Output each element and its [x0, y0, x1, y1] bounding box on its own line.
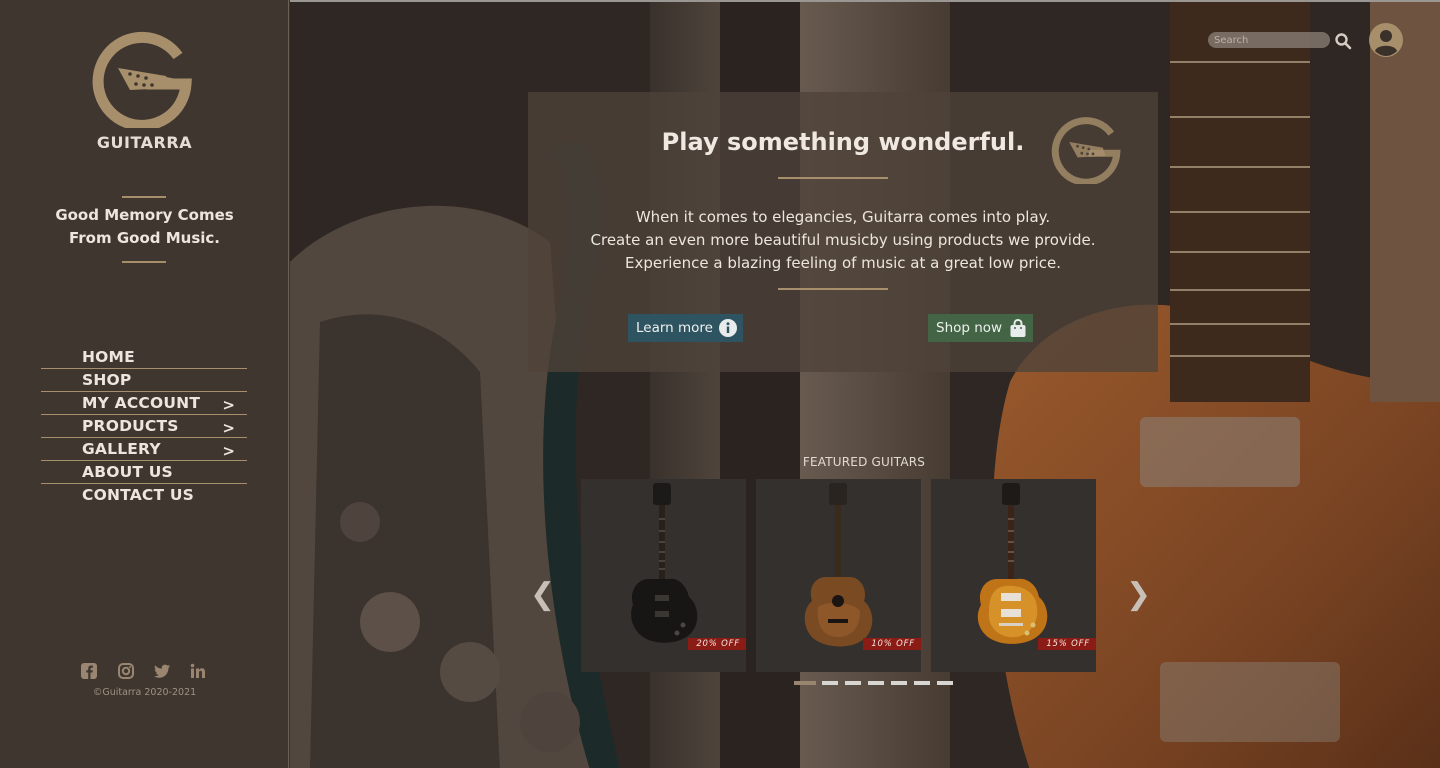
learn-more-button[interactable]: Learn more [628, 314, 743, 342]
carousel-dot[interactable] [868, 681, 884, 685]
discount-badge: 20% OFF [688, 638, 746, 650]
nav-item-home[interactable]: HOME [41, 346, 247, 369]
carousel-dot[interactable] [891, 681, 907, 685]
nav-label: CONTACT US [82, 486, 194, 504]
search-icon[interactable] [1334, 32, 1352, 50]
hero-description: When it comes to elegancies, Guitarra co… [528, 206, 1158, 275]
sidebar: GUITARRA Good Memory Comes From Good Mus… [0, 0, 289, 768]
hero-line: Create an even more beautiful musicby us… [590, 231, 1096, 249]
hero-line: When it comes to elegancies, Guitarra co… [635, 208, 1051, 226]
learn-more-label: Learn more [636, 320, 713, 336]
hero-card: Play something wonderful. When it comes … [528, 92, 1158, 372]
hero-divider-top [778, 177, 888, 179]
shopping-bag-icon [1008, 318, 1028, 338]
nav-item-my-account[interactable]: MY ACCOUNT > [41, 392, 247, 415]
guitarra-logo-icon [1048, 114, 1124, 186]
tagline-divider-bottom [122, 261, 166, 263]
featured-product-card[interactable]: 20% OFF [581, 479, 746, 672]
main-nav: HOME SHOP MY ACCOUNT > PRODUCTS > GALLERY >… [41, 346, 247, 507]
carousel-prev-icon[interactable]: ❮ [530, 577, 555, 612]
tagline-divider-top [122, 196, 166, 198]
nav-label: MY ACCOUNT [82, 394, 201, 412]
twitter-icon[interactable] [153, 662, 171, 680]
carousel-dot[interactable] [845, 681, 861, 685]
nav-item-gallery[interactable]: GALLERY > [41, 438, 247, 461]
tagline: Good Memory Comes From Good Music. [0, 204, 289, 250]
nav-item-about-us[interactable]: ABOUT US [41, 461, 247, 484]
copyright-text: ©Guitarra 2020-2021 [92, 687, 197, 698]
nav-label: PRODUCTS [82, 417, 179, 435]
hero-divider-bottom [778, 288, 888, 290]
social-links [80, 662, 210, 682]
nav-label: HOME [82, 348, 135, 366]
main-content: Play something wonderful. When it comes … [290, 0, 1440, 768]
search-input[interactable] [1208, 32, 1330, 48]
instagram-icon[interactable] [117, 662, 135, 680]
discount-badge: 15% OFF [1038, 638, 1096, 650]
carousel-dot[interactable] [822, 681, 838, 685]
linkedin-icon[interactable] [189, 662, 207, 680]
featured-product-card[interactable]: 10% OFF [756, 479, 921, 672]
submenu-arrow-icon: > [222, 442, 235, 460]
carousel-dot[interactable] [794, 681, 816, 685]
discount-badge: 10% OFF [863, 638, 921, 650]
brand-name: GUITARRA [96, 133, 193, 152]
carousel-next-icon[interactable]: ❯ [1126, 577, 1151, 612]
tagline-line: Good Memory Comes [55, 206, 234, 224]
nav-item-contact-us[interactable]: CONTACT US [41, 484, 247, 507]
tagline-line: From Good Music. [69, 229, 220, 247]
nav-label: SHOP [82, 371, 132, 389]
nav-item-shop[interactable]: SHOP [41, 369, 247, 392]
shop-now-button[interactable]: Shop now [928, 314, 1033, 342]
nav-label: GALLERY [82, 440, 161, 458]
facebook-icon[interactable] [80, 662, 98, 680]
user-avatar-icon[interactable] [1368, 22, 1404, 58]
guitarra-logo[interactable] [90, 28, 194, 131]
nav-item-products[interactable]: PRODUCTS > [41, 415, 247, 438]
shop-now-label: Shop now [936, 320, 1003, 336]
submenu-arrow-icon: > [222, 396, 235, 414]
featured-product-card[interactable]: 15% OFF [931, 479, 1096, 672]
hero-line: Experience a blazing feeling of music at… [624, 254, 1062, 272]
carousel-dot[interactable] [914, 681, 930, 685]
featured-title: FEATURED GUITARS [802, 455, 926, 469]
carousel-dot[interactable] [937, 681, 953, 685]
submenu-arrow-icon: > [222, 419, 235, 437]
info-icon [718, 318, 738, 338]
nav-label: ABOUT US [82, 463, 173, 481]
